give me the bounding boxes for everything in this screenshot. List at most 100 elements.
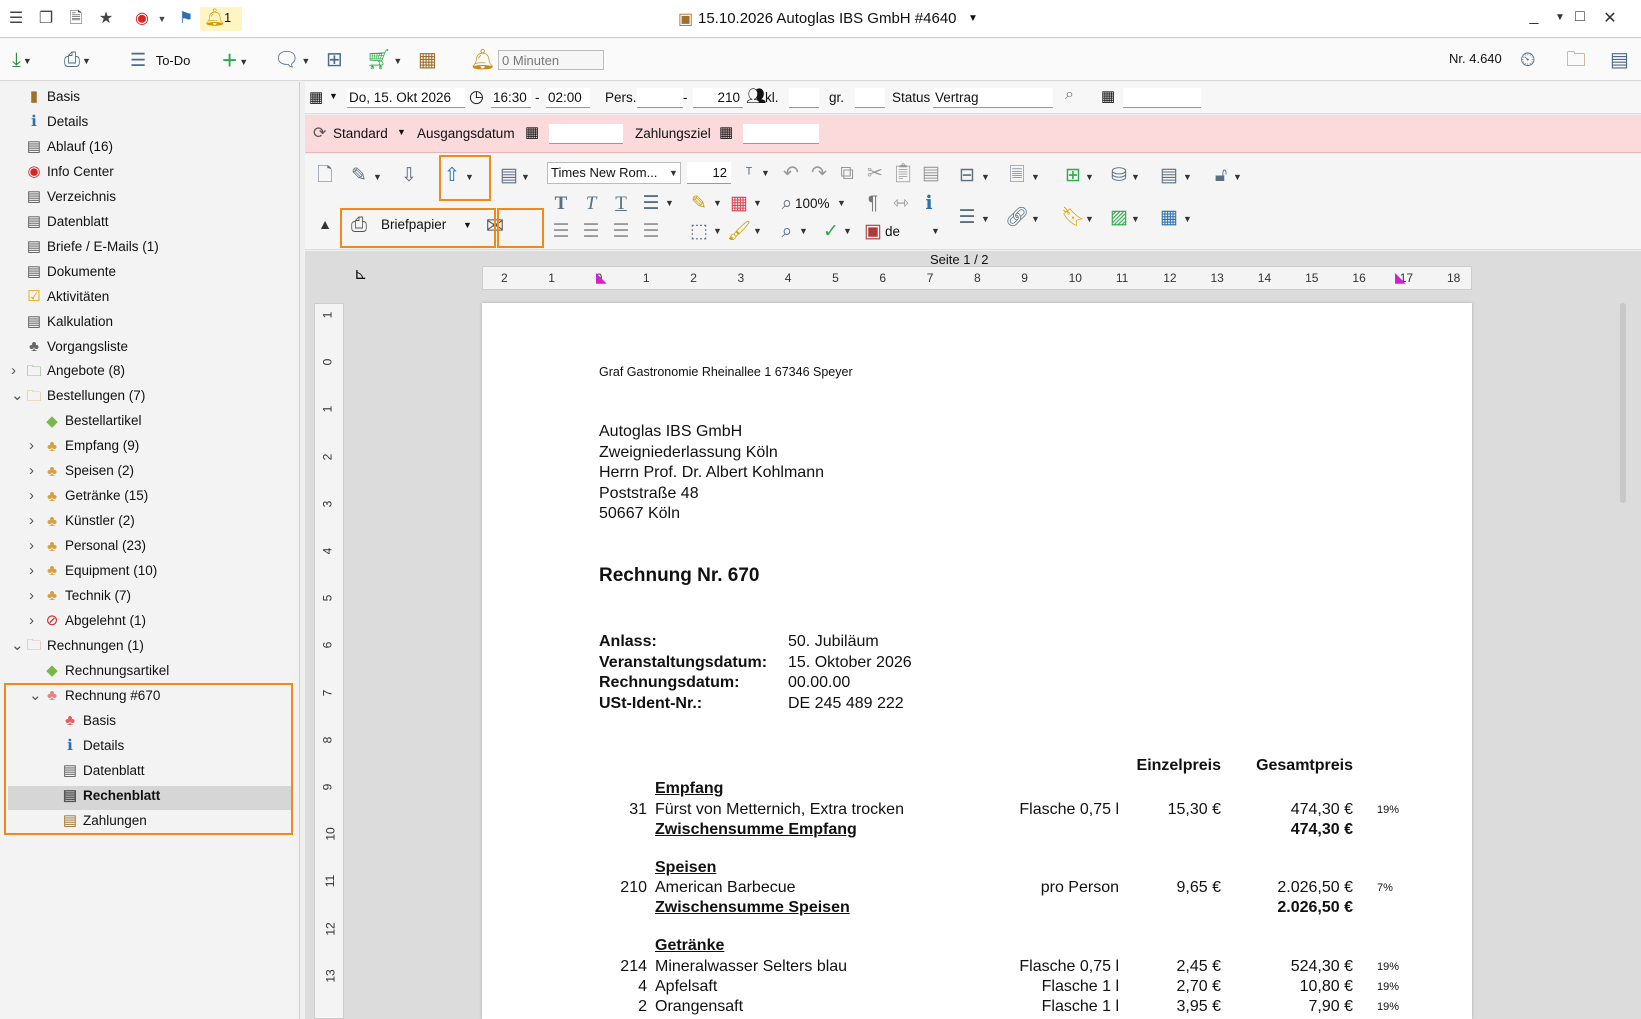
chevron-right-icon[interactable]: › [29, 585, 34, 607]
language-icon[interactable]: ▣ [861, 220, 885, 244]
bookmark-icon[interactable]: ⚑ [176, 9, 196, 29]
sidebar-item-rechnungsartikel[interactable]: ◆ Rechnungsartikel [43, 660, 169, 682]
zahlungsziel-field[interactable] [743, 124, 819, 144]
zoom-value[interactable]: 100% [795, 194, 830, 214]
sidebar-item-basis[interactable]: ▮ Basis [25, 86, 80, 108]
chevron-right-icon[interactable]: › [29, 460, 34, 482]
standard-dropdown[interactable]: Standard [333, 124, 388, 144]
undo-icon[interactable]: ↶ [779, 162, 803, 186]
comment-button[interactable]: 🗨︎ ▼ [274, 45, 310, 75]
sidebar-item-bestellartikel[interactable]: ◆ Bestellartikel [43, 410, 141, 432]
sidebar-item-angebote[interactable]: 🗀 Angebote (8) [25, 360, 125, 382]
align-left-icon[interactable]: ☰ [549, 220, 573, 244]
calendar-icon[interactable]: ▦ [719, 123, 733, 141]
bold-icon[interactable]: T [549, 192, 573, 216]
chevron-right-icon[interactable]: › [29, 510, 34, 532]
page-layout-dropdown-icon[interactable]: ▼ [981, 172, 990, 182]
image-dropdown-icon[interactable]: ▼ [1131, 214, 1140, 224]
copy-icon[interactable]: ⧉ [835, 162, 859, 186]
sidebar-item-vorgangsliste[interactable]: ♣ Vorgangsliste [25, 336, 128, 358]
package-icon[interactable]: ▦ [418, 45, 437, 75]
header-footer-dropdown-icon[interactable]: ▼ [1031, 172, 1040, 182]
new-document-icon[interactable]: 🗋 [313, 164, 337, 188]
tab-stop-icon[interactable]: ⊾ [354, 264, 367, 284]
database-icon[interactable]: ⛁ [1107, 164, 1131, 188]
kl-field[interactable] [789, 88, 819, 108]
template-icon[interactable]: ▤ [497, 164, 521, 188]
image-icon[interactable]: ▨ [1107, 206, 1131, 230]
document-page[interactable]: Graf Gastronomie Rheinallee 1 67346 Spey… [482, 303, 1472, 1019]
date-field[interactable]: Do, 15. Okt 2026 [347, 88, 465, 108]
underline-icon[interactable]: T [609, 192, 633, 216]
sidebar-item-empfang[interactable]: ♣ Empfang (9) [43, 435, 139, 457]
minimize-icon[interactable]: _ [1522, 8, 1546, 30]
title-dropdown-icon[interactable]: ▼ [968, 13, 978, 24]
info-icon[interactable]: ℹ [917, 192, 941, 216]
font-size-input[interactable]: 12 [687, 162, 731, 184]
insert-field-dropdown-icon[interactable]: ▼ [1085, 172, 1094, 182]
lock-dropdown-icon[interactable]: ▼ [1233, 172, 1242, 182]
calendar-icon[interactable]: ▦ [309, 88, 323, 106]
sidebar-item-equipment[interactable]: ♣ Equipment (10) [43, 560, 157, 582]
ausgangsdatum-field[interactable] [549, 124, 623, 144]
pers-from-field[interactable] [637, 88, 683, 108]
redo-icon[interactable]: ↷ [807, 162, 831, 186]
border-dropdown-icon[interactable]: ▼ [713, 226, 722, 236]
chevron-right-icon[interactable]: › [29, 435, 34, 457]
link-dropdown-icon[interactable]: ▼ [1031, 214, 1040, 224]
sidebar-item-briefe[interactable]: ▤ Briefe / E-Mails (1) [25, 236, 159, 258]
status-field[interactable]: Vertrag [933, 88, 1053, 108]
highlight-icon[interactable]: ✎ [687, 192, 711, 216]
list-table-dropdown-icon[interactable]: ▼ [1183, 172, 1192, 182]
folder-clock-icon[interactable]: 🗀 [1566, 45, 1586, 75]
sidebar-item-kalkulation[interactable]: ▤ Kalkulation [25, 311, 113, 333]
spellcheck-dropdown-icon[interactable]: ▼ [843, 226, 852, 236]
justify-icon[interactable]: ☰ [639, 220, 663, 244]
pilcrow-icon[interactable]: ¶ [861, 192, 885, 216]
document-clock-icon[interactable]: 🗎 [66, 9, 86, 29]
margin-left-marker[interactable]: ◣ [596, 269, 607, 286]
gr-field[interactable] [855, 88, 885, 108]
sidebar-item-info-center[interactable]: ◉ Info Center [25, 161, 113, 183]
reminder-bell-icon[interactable]: 🔔︎ [470, 45, 495, 75]
spacing-icon[interactable]: ☰ [639, 192, 663, 216]
language-value[interactable]: de [885, 222, 900, 242]
add-button[interactable]: + ▼ [222, 45, 248, 75]
standard-dropdown-icon[interactable]: ▼ [397, 127, 406, 137]
import-icon[interactable]: ⇩ [397, 164, 421, 188]
bookmark-dropdown-icon[interactable]: ▼ [1085, 214, 1094, 224]
history-icon[interactable]: ⏲ [1520, 45, 1536, 75]
chevron-right-icon[interactable]: › [11, 360, 16, 382]
link-icon[interactable]: 🔗︎ [1005, 206, 1029, 230]
compass-icon[interactable]: ◉ [132, 9, 152, 29]
horizontal-ruler[interactable]: 2 1 0 1 2 3 4 5 6 7 8 9 10 11 12 13 14 15 16 17 18 ◣ ◣ [482, 266, 1472, 290]
sidebar-item-kuenstler[interactable]: ♣ Künstler (2) [43, 510, 135, 532]
color-dropdown-icon[interactable]: ▼ [753, 198, 762, 208]
bullet-list-icon[interactable]: ☰ [955, 206, 979, 230]
color-grid-icon[interactable]: ▦ [727, 192, 751, 216]
italic-icon[interactable]: T [579, 192, 603, 216]
sidebar-item-dokumente[interactable]: ▤ Dokumente [25, 261, 116, 283]
bookmark-ribbon-icon[interactable]: 🔖︎ [1061, 206, 1085, 230]
font-dropdown-icon[interactable]: ▼ [669, 168, 678, 178]
painter-dropdown-icon[interactable]: ▼ [753, 226, 762, 236]
margin-right-marker[interactable]: ◣ [1395, 269, 1406, 286]
text-case-icon[interactable]: ᵀ [737, 162, 761, 186]
lock-icon[interactable]: 🔓︎ [1209, 164, 1233, 188]
border-icon[interactable]: ⬚ [687, 220, 711, 244]
collapse-ribbon-icon[interactable]: ▲ [313, 212, 337, 236]
print-button[interactable]: ⎙ ▼ [64, 45, 91, 75]
layout-icon[interactable]: ⊞ [326, 45, 343, 75]
sidebar-item-ablauf[interactable]: ▤ Ablauf (16) [25, 136, 113, 158]
cart-button[interactable]: 🛒︎ ▼ [366, 45, 402, 75]
chevron-right-icon[interactable]: › [29, 535, 34, 557]
chevron-down-icon[interactable]: ⌄ [11, 635, 24, 657]
list-table-icon[interactable]: ▤ [1157, 164, 1181, 188]
close-icon[interactable]: ✕ [1598, 8, 1622, 30]
sidebar-item-aktivitaeten[interactable]: ☑ Aktivitäten [25, 286, 109, 308]
table-icon[interactable]: ▦ [1157, 206, 1181, 230]
template-dropdown-icon[interactable]: ▼ [521, 172, 530, 182]
calendar-icon[interactable]: ▦ [525, 123, 539, 141]
page-layout-icon[interactable]: ⊟ [955, 164, 979, 188]
sidebar-item-personal[interactable]: ♣ Personal (23) [43, 535, 146, 557]
